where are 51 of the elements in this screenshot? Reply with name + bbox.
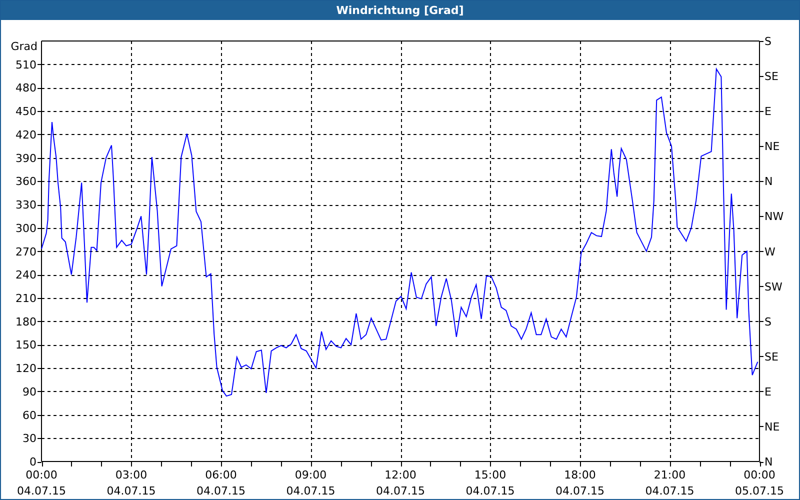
compass-tick-label: E — [764, 385, 772, 398]
y-tick-label: 300 — [16, 222, 36, 235]
x-tick-date: 05.07.15 — [735, 484, 784, 498]
x-tick-label: 03:00 — [115, 468, 148, 482]
compass-tick-label: SE — [764, 70, 778, 84]
x-tick-date: 04.07.15 — [556, 484, 604, 498]
x-tick-label: 18:00 — [564, 468, 596, 482]
x-tick-date: 04.07.15 — [466, 484, 515, 498]
compass-tick-label: SE — [764, 350, 778, 364]
y-tick-label: 90 — [22, 385, 36, 398]
compass-tick-label: N — [764, 456, 773, 468]
y-tick-label: 270 — [16, 245, 36, 258]
compass-tick-label: NW — [764, 210, 784, 224]
x-tick-date: 04.07.15 — [376, 484, 425, 498]
compass-tick-label: E — [764, 105, 772, 118]
compass-tick-label: W — [764, 245, 776, 258]
compass-tick-label: NE — [764, 420, 780, 434]
compass-tick-label: NE — [764, 140, 780, 154]
y-tick-label: 180 — [16, 315, 36, 328]
x-tick-date: 04.07.15 — [286, 484, 336, 498]
compass-tick-label: N — [764, 175, 773, 188]
x-tick-label: 00:00 — [26, 468, 58, 482]
y-tick-label: 420 — [16, 128, 36, 142]
y-tick-label: 390 — [16, 152, 36, 165]
x-tick-label: 12:00 — [384, 468, 416, 482]
y-tick-label: 60 — [22, 408, 36, 422]
x-tick-label: 21:00 — [654, 468, 686, 482]
x-tick-date: 04.07.15 — [17, 484, 66, 498]
window-title: Windrichtung [Grad] — [336, 4, 464, 17]
x-tick-date: 04.07.15 — [645, 484, 694, 498]
compass-tick-label: S — [764, 315, 772, 328]
y-tick-label: 120 — [16, 362, 36, 376]
compass-tick-label: SW — [764, 280, 782, 294]
y-tick-label: 510 — [16, 58, 36, 72]
y-tick-label: 240 — [16, 268, 36, 282]
y-tick-label: 30 — [22, 432, 36, 446]
compass-tick-label: S — [764, 35, 772, 48]
y-tick-label: 150 — [16, 338, 36, 352]
y-tick-label: 210 — [16, 292, 36, 305]
x-tick-label: 00:00 — [744, 468, 776, 482]
y-tick-label: 330 — [16, 198, 36, 212]
y-tick-label: 0 — [30, 456, 36, 468]
x-tick-date: 04.07.15 — [196, 484, 246, 498]
x-tick-date: 04.07.15 — [106, 484, 156, 498]
x-tick-label: 09:00 — [294, 468, 327, 482]
y-tick-label: 360 — [16, 175, 36, 188]
y-tick-label: 450 — [16, 105, 36, 118]
x-tick-label: 06:00 — [205, 468, 237, 482]
y-tick-label: 480 — [16, 82, 36, 95]
y-axis-title: Grad — [10, 40, 38, 53]
x-tick-label: 15:00 — [474, 468, 506, 482]
